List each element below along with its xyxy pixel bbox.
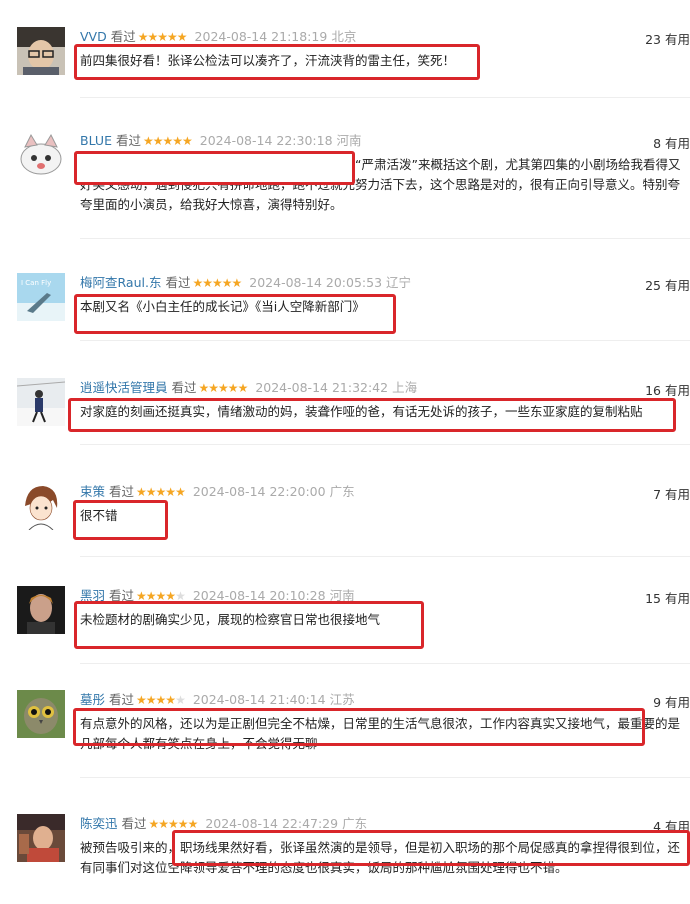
comment-location: 北京 (331, 29, 357, 44)
watch-status: 看过 (115, 133, 141, 148)
rating-stars: ★★★★★ (192, 276, 242, 290)
username-link[interactable]: 束策 (80, 484, 105, 499)
comment-time: 2024-08-14 21:18:19 (194, 29, 328, 44)
avatar[interactable] (17, 814, 65, 862)
comment-text: 未检这一块儿真没咋了解过，还挺多科普的。想用“严肃活泼”来概括这个剧，尤其第四集… (80, 157, 681, 212)
comment-text: 有点意外的风格，还以为是正剧但完全不枯燥，日常里的生活气息很浓，工作内容真实又接… (80, 716, 681, 751)
svg-text:I Can Fly: I Can Fly (21, 279, 51, 287)
divider (80, 97, 690, 98)
comment-location: 江苏 (329, 692, 355, 707)
watch-status: 看过 (109, 588, 135, 603)
rating-stars: ★★★★★ (198, 381, 249, 395)
useful-count[interactable]: 25 有用 (645, 275, 690, 294)
comment-item: 墓彤 看过 ★★★★★ 2024-08-14 21:40:14 江苏 9 有用 有点意外… (0, 690, 690, 770)
username-link[interactable]: 墓彤 (80, 692, 105, 707)
comment-meta: 墓彤 看过 ★★★★★ 2024-08-14 21:40:14 江苏 (80, 692, 355, 708)
comment-item: 陈奕迅 看过 ★★★★★ 2024-08-14 22:47:29 广东 4 有用 被预告… (0, 814, 690, 904)
comment-location: 辽宁 (386, 275, 412, 290)
username-link[interactable]: VVD (80, 29, 107, 44)
avatar[interactable] (17, 586, 65, 634)
watch-status: 看过 (171, 380, 197, 395)
comment-item: 黑羽 看过 ★★★★★ 2024-08-14 20:10:28 河南 15 有用 未检题… (0, 586, 690, 656)
watch-status: 看过 (109, 692, 135, 707)
comment-item: BLUE 看过 ★★★★★ 2024-08-14 22:30:18 河南 8 有用 未检… (0, 131, 690, 231)
comment-item: 束策 看过 ★★★★★ 2024-08-14 22:20:00 广东 7 有用 很不错 (0, 482, 690, 552)
useful-count[interactable]: 16 有用 (645, 380, 690, 399)
divider (80, 340, 690, 341)
comment-location: 广东 (329, 484, 355, 499)
comment-location: 广东 (342, 816, 368, 831)
comment-location: 河南 (336, 133, 362, 148)
avatar[interactable] (17, 378, 65, 426)
divider (80, 663, 690, 664)
comment-text: 本剧又名《小白主任的成长记》《当i人空降新部门》 (80, 299, 365, 314)
useful-count[interactable]: 4 有用 (653, 816, 690, 835)
useful-count[interactable]: 23 有用 (645, 29, 690, 48)
comment-time: 2024-08-14 20:05:53 (249, 275, 383, 290)
comment-time: 2024-08-14 22:20:00 (192, 484, 326, 499)
comment-time: 2024-08-14 22:30:18 (199, 133, 333, 148)
divider (80, 556, 690, 557)
divider (80, 777, 690, 778)
useful-count[interactable]: 8 有用 (653, 133, 690, 152)
username-link[interactable]: 梅阿查Raul.东 (80, 275, 161, 290)
useful-count[interactable]: 9 有用 (653, 692, 690, 711)
avatar[interactable] (17, 27, 65, 75)
divider (80, 444, 690, 445)
comment-meta: 黑羽 看过 ★★★★★ 2024-08-14 20:10:28 河南 (80, 588, 355, 604)
comment-time: 2024-08-14 21:40:14 (192, 692, 326, 707)
comment-text: 未检题材的剧确实少见，展现的检察官日常也很接地气 (80, 612, 381, 627)
watch-status: 看过 (121, 816, 147, 831)
username-link[interactable]: BLUE (80, 133, 112, 148)
comment-meta: 束策 看过 ★★★★★ 2024-08-14 22:20:00 广东 (80, 484, 355, 500)
comment-time: 2024-08-14 20:10:28 (192, 588, 326, 603)
watch-status: 看过 (109, 484, 135, 499)
username-link[interactable]: 黑羽 (80, 588, 105, 603)
comment-time: 2024-08-14 22:47:29 (205, 816, 339, 831)
avatar[interactable]: I Can Fly (17, 273, 65, 321)
rating-stars: ★★★★★ (142, 134, 193, 148)
rating-stars: ★★★★★ (148, 817, 199, 831)
comment-meta: 梅阿查Raul.东 看过 ★★★★★ 2024-08-14 20:05:53 辽宁 (80, 275, 411, 291)
username-link[interactable]: 陈奕迅 (80, 816, 118, 831)
avatar[interactable] (17, 131, 65, 179)
comment-location: 河南 (329, 588, 355, 603)
username-link[interactable]: 逍遥快活管理員 (80, 380, 168, 395)
comment-item: I Can Fly 梅阿查Raul.东 看过 ★★★★★ 2024-08-14 20:… (0, 273, 690, 334)
comment-time: 2024-08-14 21:32:42 (255, 380, 389, 395)
divider (80, 238, 690, 239)
comment-text: 前四集很好看！张译公检法可以凑齐了，汗流浃背的雷主任，笑死！ (80, 53, 456, 68)
comment-meta: 逍遥快活管理員 看过 ★★★★★ 2024-08-14 21:32:42 上海 (80, 380, 417, 396)
avatar[interactable] (17, 690, 65, 738)
comment-meta: VVD 看过 ★★★★★ 2024-08-14 21:18:19 北京 (80, 29, 356, 45)
comment-meta: 陈奕迅 看过 ★★★★★ 2024-08-14 22:47:29 广东 (80, 816, 367, 832)
comment-item: VVD 看过 ★★★★★ 2024-08-14 21:18:19 北京 23 有用 前四… (0, 27, 690, 97)
watch-status: 看过 (165, 275, 191, 290)
rating-stars: ★★★★★ (136, 589, 186, 603)
comment-meta: BLUE 看过 ★★★★★ 2024-08-14 22:30:18 河南 (80, 133, 362, 149)
comment-text: 对家庭的刻画还挺真实，情绪激动的妈，装聋作哑的爸，有话无处诉的孩子，一些东亚家庭… (80, 404, 643, 419)
comment-text: 很不错 (80, 508, 118, 523)
comment-location: 上海 (392, 380, 418, 395)
rating-stars: ★★★★★ (137, 30, 188, 44)
useful-count[interactable]: 15 有用 (645, 588, 690, 607)
avatar[interactable] (17, 482, 65, 530)
comment-text: 被预告吸引来的，职场线果然好看，张译虽然演的是领导，但是初入职场的那个局促感真的… (80, 840, 681, 875)
watch-status: 看过 (110, 29, 136, 44)
useful-count[interactable]: 7 有用 (653, 484, 690, 503)
comment-item: 逍遥快活管理員 看过 ★★★★★ 2024-08-14 21:32:42 上海 16 有… (0, 378, 690, 438)
rating-stars: ★★★★★ (136, 693, 186, 707)
rating-stars: ★★★★★ (136, 485, 186, 499)
